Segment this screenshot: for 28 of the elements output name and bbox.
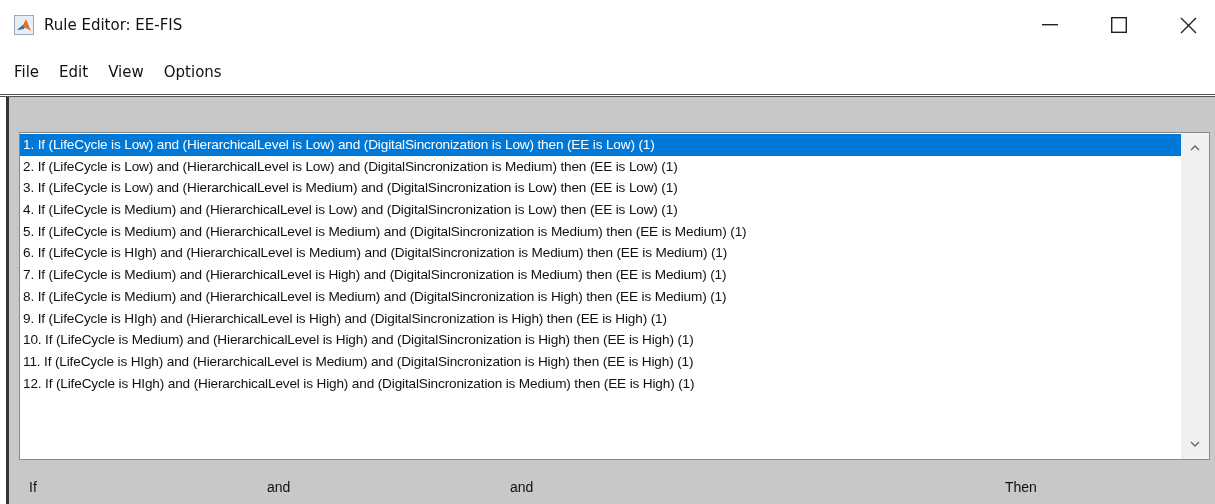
rule-item[interactable]: 6. If (LifeCycle is HIgh) and (HierarchicalLevel is Medium) and (DigitalSincronization is Medium) then (EE is Medium) (1) [20, 242, 1181, 265]
maximize-icon[interactable] [1111, 17, 1127, 33]
window-title: Rule Editor: EE-FIS [44, 16, 183, 34]
close-icon[interactable] [1180, 16, 1197, 34]
column-label: and [267, 479, 291, 495]
menu-item[interactable]: Options [163, 63, 222, 81]
rule-item[interactable]: 9. If (LifeCycle is HIgh) and (HierarchicalLevel is High) and (DigitalSincronization is High) then (EE is High) (1) [20, 307, 1181, 330]
rule-item[interactable]: 2. If (LifeCycle is Low) and (HierarchicalLevel is Low) and (DigitalSincronization is Medium) then (EE is Low) (1) [20, 155, 1181, 178]
column-label: If [29, 479, 37, 495]
rule-item[interactable]: 5. If (LifeCycle is Medium) and (HierarchicalLevel is Medium) and (DigitalSincronization is Medium) then (EE is Medium) (1) [20, 220, 1181, 243]
app-logo-icon [14, 15, 34, 35]
scrollbar[interactable] [1181, 133, 1209, 459]
menu-item[interactable]: File [14, 63, 40, 81]
rule-item[interactable]: 10. If (LifeCycle is Medium) and (HierarchicalLevel is High) and (DigitalSincronization is High) then (EE is High) (1) [20, 329, 1181, 351]
scroll-down-icon[interactable] [1190, 441, 1200, 447]
scroll-up-icon[interactable] [1190, 145, 1200, 151]
menu-item[interactable]: Edit [59, 63, 89, 81]
rule-item[interactable]: 3. If (LifeCycle is Low) and (HierarchicalLevel is Medium) and (DigitalSincronization is Low) then (EE is Low) (1) [20, 177, 1181, 200]
menu-item[interactable]: View [108, 63, 144, 81]
rule-item[interactable]: 1. If (LifeCycle is Low) and (HierarchicalLevel is Low) and (DigitalSincronization is Low) then (EE is Low) (1) [20, 134, 1181, 156]
rule-item[interactable]: 8. If (LifeCycle is Medium) and (HierarchicalLevel is Medium) and (DigitalSincronization is High) then (EE is Medium) (1) [20, 285, 1181, 308]
rule-item[interactable]: 12. If (LifeCycle is HIgh) and (HierarchicalLevel is High) and (DigitalSincronization is Medium) then (EE is High) (1) [20, 372, 1181, 395]
column-label: and [510, 479, 534, 495]
rule-item[interactable]: 4. If (LifeCycle is Medium) and (HierarchicalLevel is Low) and (DigitalSincronization is Low) then (EE is Low) (1) [20, 199, 1181, 221]
rule-item[interactable]: 7. If (LifeCycle is Medium) and (HierarchicalLevel is High) and (DigitalSincronization is Medium) then (EE is Medium) (1) [20, 264, 1181, 286]
rule-item[interactable]: 11. If (LifeCycle is HIgh) and (HierarchicalLevel is Medium) and (DigitalSincronization is High) then (EE is High) (1) [20, 350, 1181, 373]
minimize-icon[interactable] [1042, 24, 1058, 26]
column-label: Then [1005, 479, 1037, 495]
